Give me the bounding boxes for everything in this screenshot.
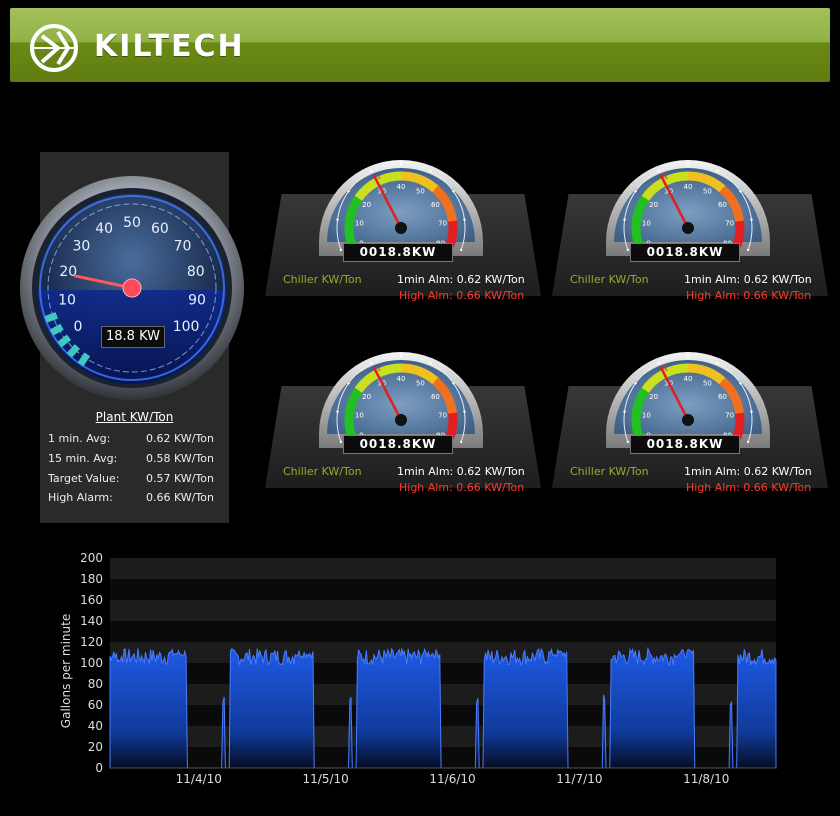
plant-gauge-tick-label: 30 [73, 239, 91, 255]
plant-gauge-tick-label: 0 [73, 319, 82, 335]
gauge-tick-label: 10 [642, 412, 651, 420]
chiller-panel-3: 0102030405060708031 0018.8KW Chiller KW/… [265, 342, 541, 494]
chiller-high-alarm: High Alm: 0.66 KW/Ton [399, 289, 525, 302]
stat-1min-avg: 1 min. Avg: 0.62 KW/Ton [48, 432, 228, 450]
gauge-tick-label: 70 [438, 220, 447, 228]
brand-name: KILTECH [94, 29, 245, 64]
gauge-tick-label: 20 [649, 201, 658, 209]
chiller-label: Chiller KW/Ton [570, 465, 649, 478]
header-banner: KILTECH [10, 8, 830, 82]
chiller-panel-2: 0102030405060708031 0018.8KW Chiller KW/… [552, 150, 828, 302]
stat-15min-avg: 15 min. Avg: 0.58 KW/Ton [48, 452, 228, 470]
y-tick-label: 120 [80, 635, 103, 649]
chiller-panel-1: 0102030405060708031 0018.8KW Chiller KW/… [265, 150, 541, 302]
y-tick-label: 140 [80, 614, 103, 628]
x-tick-label: 11/7/10 [556, 772, 602, 786]
chiller-label: Chiller KW/Ton [283, 465, 362, 478]
y-tick-label: 40 [88, 719, 103, 733]
stat-label: 15 min. Avg: [48, 452, 118, 465]
chiller-readout: 0018.8KW [343, 435, 453, 454]
y-tick-label: 100 [80, 656, 103, 670]
plant-gauge-tick-label: 70 [174, 239, 192, 255]
chiller-label: Chiller KW/Ton [570, 273, 649, 286]
plant-kw-ton-panel: 0 10 20 30 40 50 60 70 80 90 100 18.8 KW Plant KW/… [20, 152, 244, 523]
gauge-tick-label: 10 [642, 220, 651, 228]
gauge-tick-label: 50 [703, 188, 712, 196]
stat-label: Target Value: [48, 472, 120, 485]
chiller-panel-4: 0102030405060708031 0018.8KW Chiller KW/… [552, 342, 828, 494]
stat-high-alarm: High Alarm: 0.66 KW/Ton [48, 491, 228, 509]
stat-value: 0.58 KW/Ton [146, 452, 214, 465]
y-tick-label: 20 [88, 740, 103, 754]
x-tick-label: 11/8/10 [683, 772, 729, 786]
gauge-tick-label: 70 [725, 412, 734, 420]
flow-chart: 0 20 40 60 80 100 120 140 160 180 200 11/4/10 11/5/… [59, 551, 777, 786]
gauge-tick-label: 70 [438, 412, 447, 420]
chiller-high-alarm: High Alm: 0.66 KW/Ton [686, 481, 812, 494]
stat-value: 0.66 KW/Ton [146, 491, 214, 504]
gauge-tick-label: 50 [703, 380, 712, 388]
chiller-1min-alarm: 1min Alm: 0.62 KW/Ton [684, 273, 812, 286]
y-tick-label: 180 [80, 572, 103, 586]
gauge-tick-label: 20 [649, 393, 658, 401]
stat-label: High Alarm: [48, 491, 113, 504]
gauge-tick-label: 50 [416, 188, 425, 196]
gauge-tick-label: 10 [355, 412, 364, 420]
y-tick-label: 0 [95, 761, 103, 775]
gauge-tick-label: 40 [397, 375, 406, 383]
kiltech-logo-icon [30, 24, 78, 72]
gauge-tick-label: 40 [684, 375, 693, 383]
gauge-tick-label: 20 [362, 393, 371, 401]
plant-gauge-tick-label: 50 [123, 215, 141, 231]
chiller-readout: 0018.8KW [630, 243, 740, 262]
y-tick-label: 60 [88, 698, 103, 712]
plant-gauge-readout: 18.8 KW [101, 326, 165, 348]
plant-gauge-tick-label: 90 [188, 292, 206, 308]
x-tick-label: 11/4/10 [176, 772, 222, 786]
gauge-tick-label: 60 [431, 393, 440, 401]
stat-label: 1 min. Avg: [48, 432, 111, 445]
plant-gauge-tick-label: 60 [151, 221, 169, 237]
gauge-tick-label: 50 [416, 380, 425, 388]
plant-gauge-tick-label: 20 [59, 264, 77, 280]
stat-target-value: Target Value: 0.57 KW/Ton [48, 472, 228, 490]
chiller-label: Chiller KW/Ton [283, 273, 362, 286]
chiller-readout: 0018.8KW [343, 243, 453, 262]
chiller-high-alarm: High Alm: 0.66 KW/Ton [399, 481, 525, 494]
gauge-tick-label: 70 [725, 220, 734, 228]
gauge-tick-label: 20 [362, 201, 371, 209]
plant-gauge-tick-label: 80 [187, 264, 205, 280]
plant-gauge: 0 10 20 3040 50 60 70 80 90 100 [20, 176, 244, 400]
plant-gauge-tick-label: 40 [95, 221, 113, 237]
gauge-tick-label: 60 [718, 201, 727, 209]
gauge-tick-label: 40 [684, 183, 693, 191]
gauge-tick-label: 40 [397, 183, 406, 191]
x-tick-label: 11/6/10 [429, 772, 475, 786]
chiller-high-alarm: High Alm: 0.66 KW/Ton [686, 289, 812, 302]
plant-gauge-tick-label: 10 [58, 292, 76, 308]
y-tick-label: 160 [80, 593, 103, 607]
y-tick-label: 80 [88, 677, 103, 691]
gauge-tick-label: 60 [431, 201, 440, 209]
y-axis-label: Gallons per minute [59, 614, 73, 728]
x-tick-label: 11/5/10 [303, 772, 349, 786]
gauge-tick-label: 10 [355, 220, 364, 228]
stat-value: 0.57 KW/Ton [146, 472, 214, 485]
stat-value: 0.62 KW/Ton [146, 432, 214, 445]
chiller-1min-alarm: 1min Alm: 0.62 KW/Ton [684, 465, 812, 478]
chiller-1min-alarm: 1min Alm: 0.62 KW/Ton [397, 465, 525, 478]
gauge-tick-label: 60 [718, 393, 727, 401]
chiller-readout: 0018.8KW [630, 435, 740, 454]
plant-title[interactable]: Plant KW/Ton [40, 410, 229, 424]
y-tick-label: 200 [80, 551, 103, 565]
chiller-1min-alarm: 1min Alm: 0.62 KW/Ton [397, 273, 525, 286]
plant-gauge-tick-label: 100 [173, 319, 200, 335]
